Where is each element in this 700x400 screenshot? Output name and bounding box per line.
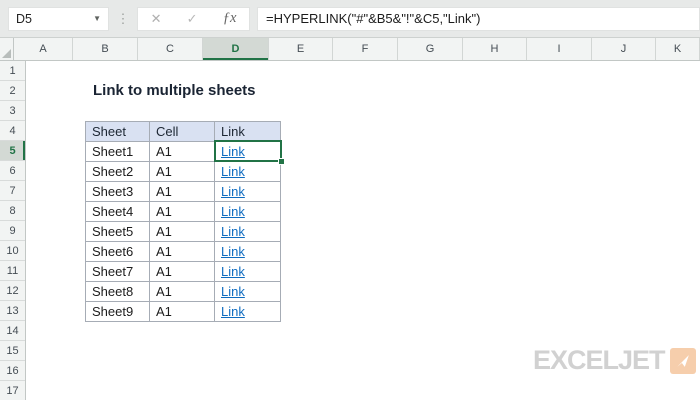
row-header[interactable]: 13 bbox=[0, 301, 25, 321]
table-row: Sheet7 A1 Link bbox=[86, 262, 281, 282]
hyperlink-cell[interactable]: Link bbox=[215, 282, 281, 302]
row-header[interactable]: 12 bbox=[0, 281, 25, 301]
column-header[interactable]: C bbox=[138, 38, 203, 60]
row-header[interactable]: 4 bbox=[0, 121, 25, 141]
name-box-dropdown-icon[interactable]: ▼ bbox=[93, 14, 101, 23]
formula-text: =HYPERLINK("#"&B5&"!"&C5,"Link") bbox=[266, 11, 480, 26]
column-header[interactable]: A bbox=[14, 38, 73, 60]
cell-ref-cell[interactable]: A1 bbox=[150, 282, 215, 302]
select-all-corner[interactable] bbox=[0, 38, 14, 60]
worksheet-title[interactable]: Link to multiple sheets bbox=[93, 81, 256, 101]
row-header[interactable]: 8 bbox=[0, 201, 25, 221]
row-header[interactable]: 16 bbox=[0, 361, 25, 381]
sheet-name-cell[interactable]: Sheet9 bbox=[86, 302, 150, 322]
hyperlink-cell[interactable]: Link bbox=[215, 202, 281, 222]
column-header[interactable]: B bbox=[73, 38, 138, 60]
table-header-cell[interactable]: Link bbox=[215, 122, 281, 142]
row-header[interactable]: 1 bbox=[0, 61, 25, 81]
table-row: Sheet5 A1 Link bbox=[86, 222, 281, 242]
sheet-name-cell[interactable]: Sheet4 bbox=[86, 202, 150, 222]
table-row: Sheet6 A1 Link bbox=[86, 242, 281, 262]
exceljet-logo-text: EXCELJET bbox=[533, 345, 665, 376]
sheet-name-cell[interactable]: Sheet2 bbox=[86, 162, 150, 182]
sheet-name-cell[interactable]: Sheet7 bbox=[86, 262, 150, 282]
column-header[interactable]: E bbox=[269, 38, 333, 60]
row-header[interactable]: 15 bbox=[0, 341, 25, 361]
column-header-row: A B C D E F G H I J K bbox=[0, 38, 700, 61]
hyperlink-cell[interactable]: Link bbox=[215, 242, 281, 262]
table-header-row: Sheet Cell Link bbox=[86, 122, 281, 142]
row-header[interactable]: 17 bbox=[0, 381, 25, 400]
hyperlink-cell[interactable]: Link bbox=[215, 262, 281, 282]
column-header[interactable]: F bbox=[333, 38, 398, 60]
column-header[interactable]: J bbox=[592, 38, 656, 60]
row-header[interactable]: 10 bbox=[0, 241, 25, 261]
column-header[interactable]: K bbox=[656, 38, 700, 60]
sheet-name-cell[interactable]: Sheet6 bbox=[86, 242, 150, 262]
hyperlink-cell[interactable]: Link bbox=[215, 302, 281, 322]
row-header[interactable]: 9 bbox=[0, 221, 25, 241]
row-headers: 1 2 3 4 5 6 7 8 9 10 11 12 bbox=[0, 61, 26, 400]
table-row: Sheet3 A1 Link bbox=[86, 182, 281, 202]
hyperlink-cell[interactable]: Link bbox=[215, 142, 281, 162]
row-header[interactable]: 5 bbox=[0, 141, 25, 161]
hyperlink-cell[interactable]: Link bbox=[215, 162, 281, 182]
table-row: Sheet9 A1 Link bbox=[86, 302, 281, 322]
exceljet-logo-arrow-icon bbox=[670, 348, 696, 374]
column-header[interactable]: I bbox=[527, 38, 592, 60]
data-table: Sheet Cell Link Sheet1 A1 Link bbox=[85, 121, 281, 322]
table-row: Sheet2 A1 Link bbox=[86, 162, 281, 182]
exceljet-logo: EXCELJET bbox=[533, 345, 696, 376]
table-row: Sheet4 A1 Link bbox=[86, 202, 281, 222]
row-header[interactable]: 7 bbox=[0, 181, 25, 201]
hyperlink-cell[interactable]: Link bbox=[215, 182, 281, 202]
cancel-icon[interactable]: ✕ bbox=[151, 11, 162, 27]
cell-ref-cell[interactable]: A1 bbox=[150, 242, 215, 262]
excel-window: D5 ▼ ⋮ ✕ ✓ ƒx =HYPERLINK("#"&B5&"!"&C5,"… bbox=[0, 0, 700, 400]
cell-ref-cell[interactable]: A1 bbox=[150, 262, 215, 282]
name-box-value: D5 bbox=[16, 12, 32, 26]
enter-icon[interactable]: ✓ bbox=[187, 11, 198, 27]
sheet-name-cell[interactable]: Sheet5 bbox=[86, 222, 150, 242]
row-header[interactable]: 3 bbox=[0, 101, 25, 121]
column-headers: A B C D E F G H I J K bbox=[14, 38, 700, 60]
hyperlink-cell[interactable]: Link bbox=[215, 222, 281, 242]
sheet-name-cell[interactable]: Sheet8 bbox=[86, 282, 150, 302]
sheet-name-cell[interactable]: Sheet1 bbox=[86, 142, 150, 162]
table-row: Sheet8 A1 Link bbox=[86, 282, 281, 302]
insert-function-icon[interactable]: ƒx bbox=[223, 10, 237, 27]
cell-ref-cell[interactable]: A1 bbox=[150, 302, 215, 322]
formula-bar-handle-icon: ⋮ bbox=[109, 11, 137, 27]
cell-ref-cell[interactable]: A1 bbox=[150, 142, 215, 162]
row-header[interactable]: 11 bbox=[0, 261, 25, 281]
table-body: Sheet1 A1 Link Sheet2 A1 Link Sheet3 bbox=[86, 142, 281, 322]
sheet-name-cell[interactable]: Sheet3 bbox=[86, 182, 150, 202]
sheet-body: 1 2 3 4 5 6 7 8 9 10 11 12 bbox=[0, 61, 700, 400]
fill-handle[interactable] bbox=[278, 158, 285, 165]
row-header[interactable]: 14 bbox=[0, 321, 25, 341]
row-header[interactable]: 6 bbox=[0, 161, 25, 181]
cell-ref-cell[interactable]: A1 bbox=[150, 222, 215, 242]
name-box[interactable]: D5 ▼ bbox=[8, 7, 109, 31]
formula-bar: D5 ▼ ⋮ ✕ ✓ ƒx =HYPERLINK("#"&B5&"!"&C5,"… bbox=[0, 0, 700, 38]
column-header[interactable]: G bbox=[398, 38, 463, 60]
table-header-cell[interactable]: Cell bbox=[150, 122, 215, 142]
cell-ref-cell[interactable]: A1 bbox=[150, 162, 215, 182]
cell-ref-cell[interactable]: A1 bbox=[150, 202, 215, 222]
formula-bar-buttons: ✕ ✓ ƒx bbox=[137, 7, 250, 31]
table-row: Sheet1 A1 Link bbox=[86, 142, 281, 162]
sheet-grid[interactable]: Link to multiple sheets Sheet Cell Link bbox=[26, 61, 700, 400]
column-header[interactable]: H bbox=[463, 38, 527, 60]
select-all-triangle-icon bbox=[2, 49, 11, 58]
cell-ref-cell[interactable]: A1 bbox=[150, 182, 215, 202]
table-header-cell[interactable]: Sheet bbox=[86, 122, 150, 142]
row-header[interactable]: 2 bbox=[0, 81, 25, 101]
formula-input[interactable]: =HYPERLINK("#"&B5&"!"&C5,"Link") bbox=[257, 7, 700, 31]
column-header[interactable]: D bbox=[203, 38, 269, 60]
